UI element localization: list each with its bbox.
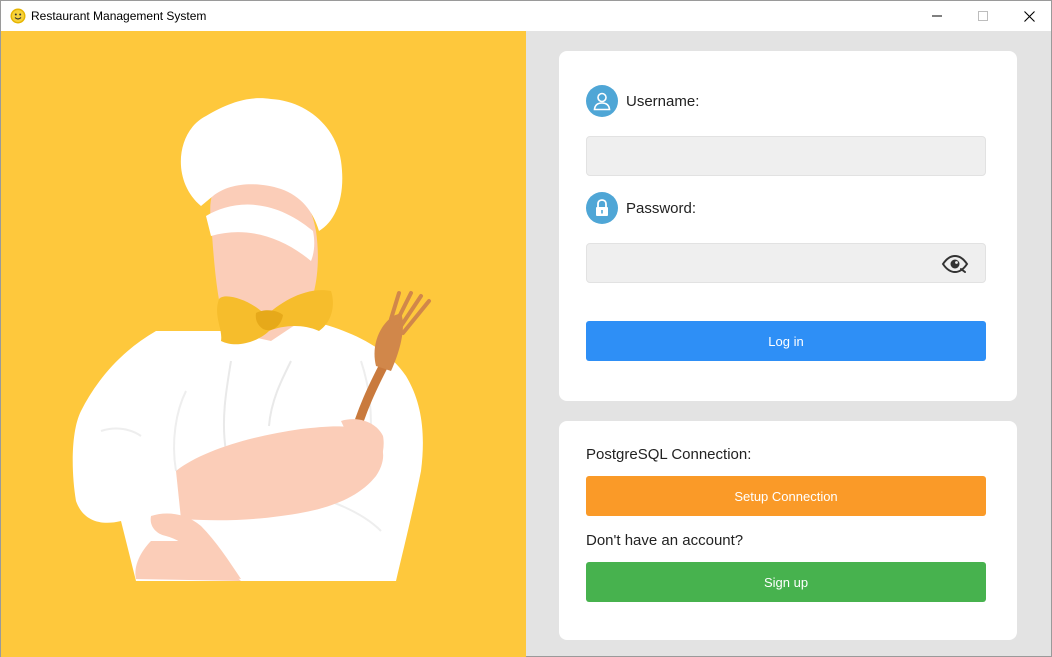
chef-illustration: [72, 98, 431, 581]
signup-prompt: Don't have an account?: [586, 532, 744, 549]
window-title: Restaurant Management System: [31, 9, 207, 23]
minimize-button[interactable]: [914, 1, 960, 31]
title-bar[interactable]: Restaurant Management System: [1, 1, 1051, 31]
user-icon: [586, 85, 618, 117]
close-icon: [1023, 10, 1035, 22]
hero-panel: [1, 31, 526, 657]
maximize-icon: [978, 11, 988, 21]
login-button[interactable]: Log in: [586, 321, 986, 361]
login-card: Username: Password: Log in: [559, 51, 1017, 401]
username-label: Username:: [626, 93, 700, 110]
app-icon: [10, 8, 26, 24]
password-label: Password:: [626, 200, 697, 217]
signup-button[interactable]: Sign up: [586, 562, 986, 602]
app-window: Restaurant Management System Username: P…: [0, 0, 1052, 657]
connection-card: PostgreSQL Connection: Setup Connection …: [559, 421, 1017, 640]
postgresql-connection-label: PostgreSQL Connection:: [586, 446, 752, 463]
minimize-icon: [932, 15, 942, 17]
close-button[interactable]: [1006, 1, 1052, 31]
setup-connection-button[interactable]: Setup Connection: [586, 476, 986, 516]
password-input[interactable]: [586, 243, 986, 283]
eye-icon[interactable]: [941, 252, 969, 276]
username-input[interactable]: [586, 136, 986, 176]
maximize-button[interactable]: [960, 1, 1006, 31]
lock-icon: [586, 192, 618, 224]
